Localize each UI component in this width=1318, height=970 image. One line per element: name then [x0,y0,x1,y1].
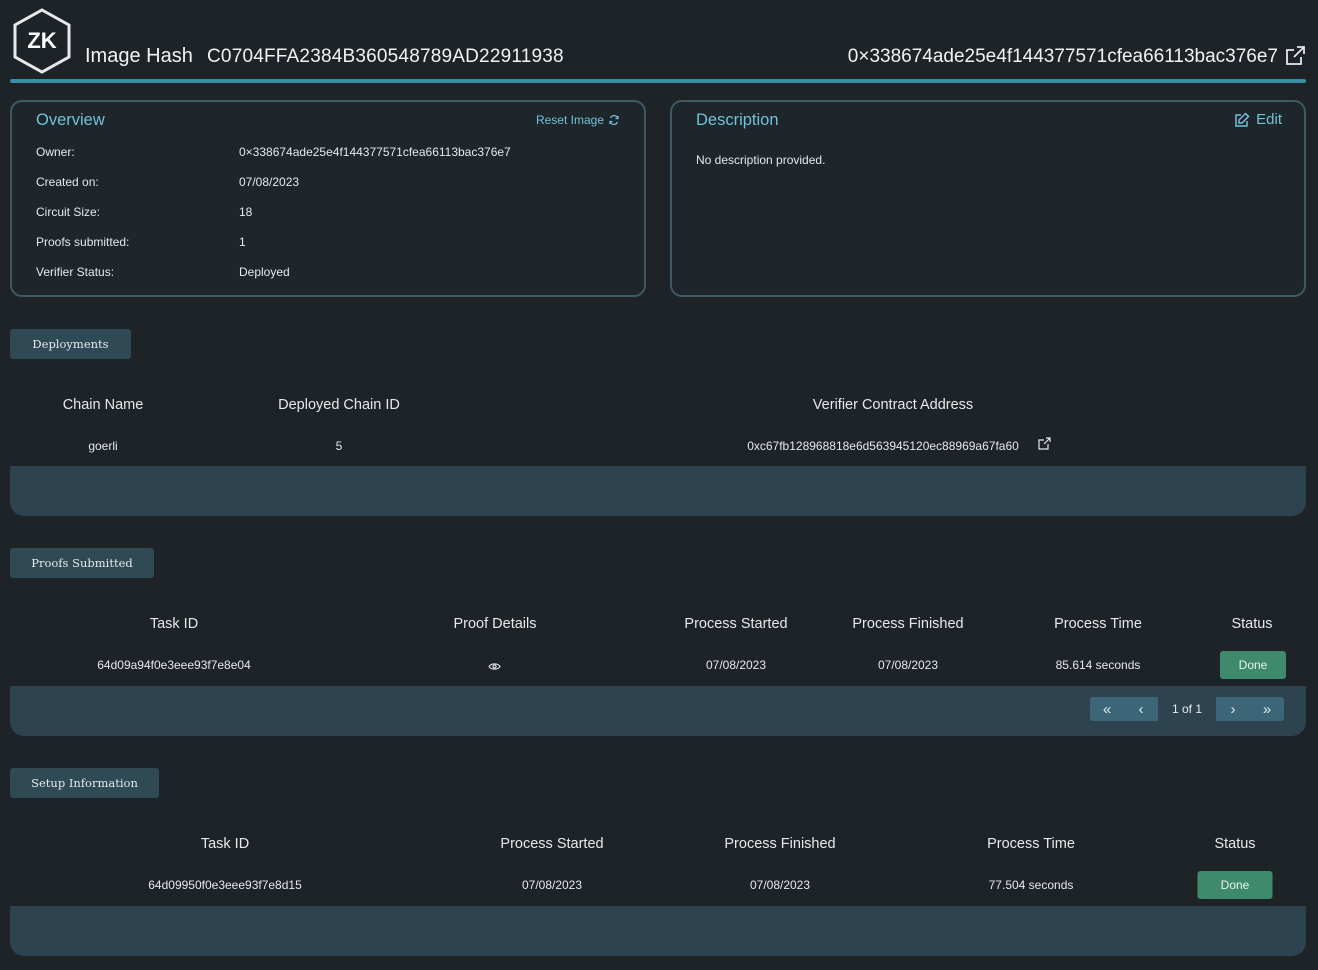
col-task-id: Task ID [149,616,199,632]
description-text: No description provided. [696,153,826,167]
col-status: Status [1214,836,1256,852]
external-link-icon[interactable] [1038,437,1051,455]
verifier-status-value: Deployed [239,265,290,279]
next-page-button[interactable]: › [1216,697,1250,721]
status-badge: Done [1197,871,1273,899]
process-time-cell: 85.614 seconds [1055,658,1141,672]
deployments-tag[interactable]: Deployments [10,329,131,359]
first-page-button[interactable]: « [1090,697,1124,721]
col-deployed-chain-id: Deployed Chain ID [278,397,400,413]
eye-icon[interactable] [488,659,501,677]
zk-logo[interactable]: ZK [12,8,72,74]
col-status: Status [1231,616,1273,632]
col-process-time: Process Time [987,836,1075,852]
page-indicator: 1 of 1 [1171,702,1203,716]
circuit-size-value: 18 [239,205,253,219]
header-divider [10,79,1306,83]
proofs-submitted-label: Proofs submitted: [36,235,130,249]
col-process-time: Process Time [1054,616,1142,632]
col-process-started: Process Started [500,836,604,852]
task-id-cell: 64d09a94f0e3eee93f7e8e04 [97,658,251,672]
status-badge: Done [1220,651,1286,679]
proofs-submitted-tag[interactable]: Proofs Submitted [10,548,154,578]
overview-title: Overview [36,111,105,129]
owner-address: 0×338674ade25e4f144377571cfea66113bac376… [847,46,1278,67]
setup-table-footer [10,906,1306,956]
pagination: « ‹ 1 of 1 › » [1090,697,1284,721]
process-finished-cell: 07/08/2023 [749,878,811,892]
process-started-cell: 07/08/2023 [521,878,583,892]
last-page-button[interactable]: » [1250,697,1284,721]
edit-label: Edit [1256,111,1282,128]
process-time-cell: 77.504 seconds [988,878,1074,892]
col-proof-details: Proof Details [453,616,537,632]
col-chain-name: Chain Name [62,397,144,413]
col-process-started: Process Started [684,616,788,632]
reset-image-label: Reset Image [535,113,604,127]
contract-address-cell[interactable]: 0xc67fb128968818e6d563945120ec88969a67fa… [747,439,1019,453]
created-on-label: Created on: [36,175,99,189]
verifier-status-label: Verifier Status: [36,265,115,279]
col-verifier-contract-address: Verifier Contract Address [812,397,974,413]
overview-card: Overview Reset Image Owner: 0×338674ade2… [10,100,646,297]
process-finished-cell: 07/08/2023 [877,658,939,672]
chain-name-cell: goerli [88,439,118,453]
col-process-finished: Process Finished [852,616,964,632]
deployments-table-footer [10,466,1306,516]
setup-information-tag[interactable]: Setup Information [10,768,159,798]
created-on-value: 07/08/2023 [239,175,300,189]
task-id-cell: 64d09950f0e3eee93f7e8d15 [148,878,302,892]
chain-id-cell: 5 [335,439,343,453]
reset-image-button[interactable]: Reset Image [536,113,620,127]
owner-value: 0×338674ade25e4f144377571cfea66113bac376… [239,145,511,159]
image-hash-label: Image Hash [85,45,193,67]
process-started-cell: 07/08/2023 [705,658,767,672]
logo-text: ZK [27,28,56,53]
col-process-finished: Process Finished [724,836,836,852]
proofs-table-footer: « ‹ 1 of 1 › » [10,686,1306,736]
description-title: Description [696,111,779,129]
edit-icon [1235,111,1250,127]
page-header: ZK Image Hash C0704FFA2384B360548789AD22… [0,0,1318,84]
description-card: Description Edit No description provided… [670,100,1306,297]
edit-description-button[interactable]: Edit [1234,111,1282,128]
circuit-size-label: Circuit Size: [36,205,101,219]
refresh-icon [609,114,619,126]
col-task-id: Task ID [200,836,250,852]
prev-page-button[interactable]: ‹ [1124,697,1158,721]
proofs-submitted-value: 1 [239,235,246,249]
owner-label: Owner: [36,145,75,159]
image-hash-value: C0704FFA2384B360548789AD22911938 [207,46,564,67]
external-link-icon[interactable] [1284,45,1306,67]
